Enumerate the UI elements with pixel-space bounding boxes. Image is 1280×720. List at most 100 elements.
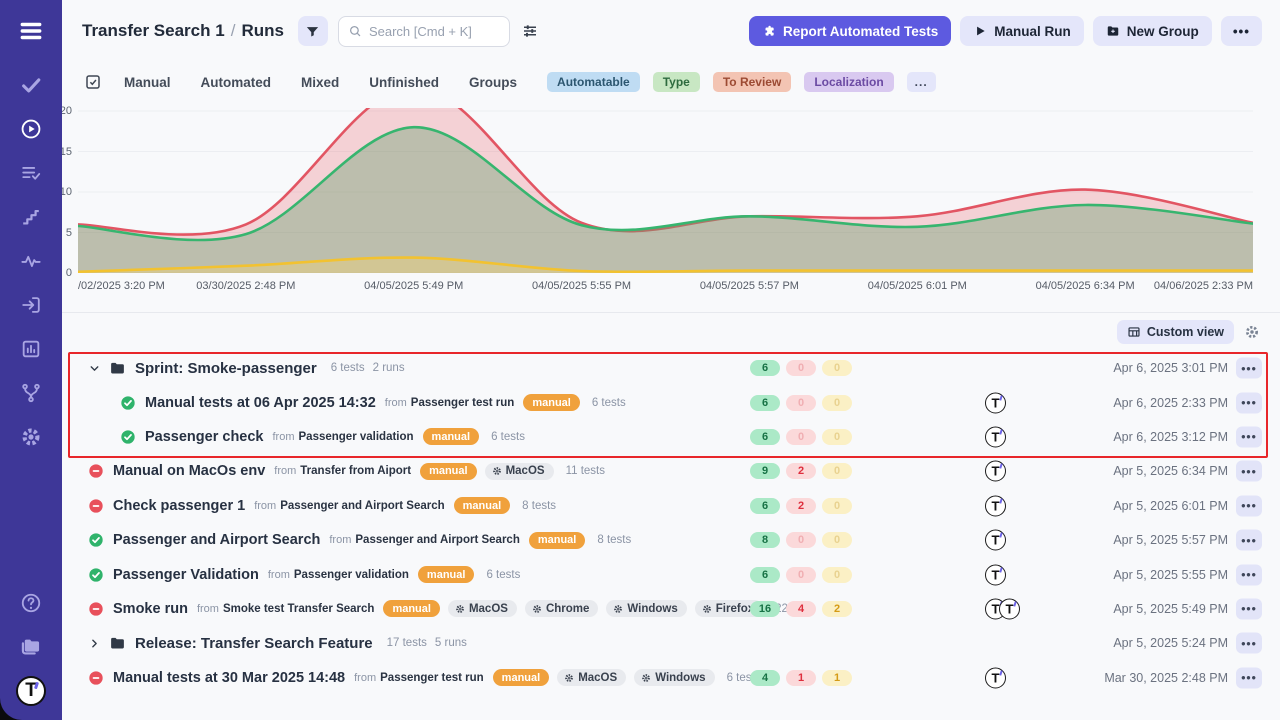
sidebar-item-pulse[interactable] [16, 246, 46, 276]
row-more-button[interactable]: ••• [1236, 633, 1262, 654]
passed-count: 8 [750, 532, 780, 548]
row-more-button[interactable]: ••• [1236, 530, 1262, 551]
run-tests-count: 6 tests [486, 569, 520, 581]
sidebar-item-runs[interactable] [16, 114, 46, 144]
chevron-right-icon[interactable] [88, 637, 101, 650]
skipped-count: 0 [822, 429, 852, 445]
sidebar-item-milestones[interactable] [16, 202, 46, 232]
sidebar-item-branches[interactable] [16, 378, 46, 408]
avatar-tick-icon [999, 567, 1002, 572]
row-more-button[interactable]: ••• [1236, 598, 1262, 619]
env-chip-windows: Windows [606, 600, 686, 617]
failed-count: 4 [786, 601, 816, 617]
manual-run-button[interactable]: Manual Run [960, 16, 1084, 46]
search-box [338, 16, 510, 47]
passed-count: 6 [750, 498, 780, 514]
tag-localization[interactable]: Localization [804, 72, 893, 92]
run-date: Apr 5, 2025 5:24 PM [1113, 636, 1228, 650]
sidebar-item-settings[interactable] [16, 422, 46, 452]
header-more-button[interactable]: ••• [1221, 16, 1262, 46]
row-more-button[interactable]: ••• [1236, 358, 1262, 379]
env-chip-label: Windows [627, 603, 677, 615]
tag-to-review[interactable]: To Review [713, 72, 791, 92]
group-row[interactable]: Release: Transfer Search Feature17 tests… [62, 626, 1280, 660]
search-input[interactable] [369, 24, 500, 39]
tag-automatable[interactable]: Automatable [547, 72, 640, 92]
result-counts: 600 [750, 360, 852, 376]
row-more-button[interactable]: ••• [1236, 564, 1262, 585]
run-date: Apr 5, 2025 6:01 PM [1113, 499, 1228, 513]
group-row[interactable]: Sprint: Smoke-passenger6 tests2 runs600A… [62, 351, 1280, 385]
custom-view-button[interactable]: Custom view [1117, 320, 1234, 344]
more-dots-icon: ••• [1241, 636, 1257, 650]
run-row[interactable]: Manual tests at 30 Mar 2025 14:48fromPas… [62, 661, 1280, 695]
x-tick-label: 04/05/2025 5:55 PM [532, 280, 631, 292]
sidebar-item-help[interactable] [16, 588, 46, 618]
skipped-count: 0 [822, 567, 852, 583]
status-failed-icon [88, 670, 104, 686]
sidebar-item-test-plans[interactable] [16, 158, 46, 188]
tab-manual[interactable]: Manual [124, 75, 171, 90]
filter-tags: Automatable Type To Review Localization [547, 72, 907, 92]
run-row[interactable]: Smoke runfromSmoke test Transfer Searchm… [62, 592, 1280, 626]
row-more-button[interactable]: ••• [1236, 426, 1262, 447]
manual-badge: manual [423, 428, 480, 445]
breadcrumb-project[interactable]: Transfer Search 1 [82, 21, 225, 40]
sidebar-item-import[interactable] [16, 290, 46, 320]
passed-count: 6 [750, 567, 780, 583]
passed-count: 6 [750, 429, 780, 445]
row-more-button[interactable]: ••• [1236, 495, 1262, 516]
run-row[interactable]: Check passenger 1fromPassenger and Airpo… [62, 489, 1280, 523]
manual-badge: manual [493, 669, 550, 686]
y-tick-label: 20 [62, 105, 72, 117]
chevron-down-icon[interactable] [88, 362, 101, 375]
run-source: Passenger validation [299, 431, 414, 443]
run-source: Smoke test Transfer Search [223, 603, 375, 615]
report-automated-tests-button[interactable]: Report Automated Tests [749, 16, 951, 46]
sidebar-item-projects[interactable] [16, 632, 46, 662]
result-counts: 800 [750, 532, 852, 548]
run-row[interactable]: Passenger and Airport SearchfromPassenge… [62, 523, 1280, 557]
x-tick-label: 04/06/2025 2:33 PM [1154, 280, 1253, 292]
run-row[interactable]: Passenger checkfromPassenger validationm… [62, 420, 1280, 454]
tab-mixed[interactable]: Mixed [301, 75, 339, 90]
group-meta: 6 tests [331, 362, 365, 374]
run-date: Apr 6, 2025 3:12 PM [1113, 430, 1228, 444]
select-all-button[interactable] [84, 73, 102, 91]
row-more-button[interactable]: ••• [1236, 392, 1262, 413]
more-tags-button[interactable]: ... [907, 72, 936, 92]
more-dots-icon: ••• [1233, 24, 1250, 39]
more-dots-icon: ••• [1241, 396, 1257, 410]
tag-type[interactable]: Type [653, 72, 700, 92]
app-logo[interactable]: T [16, 676, 46, 706]
skipped-count: 0 [822, 360, 852, 376]
sidebar-item-menu[interactable] [16, 16, 46, 46]
filter-button[interactable] [298, 16, 328, 46]
manual-badge: manual [523, 394, 580, 411]
row-more-button[interactable]: ••• [1236, 667, 1262, 688]
run-source: Passenger test run [380, 672, 484, 684]
folder-icon [109, 635, 126, 652]
tab-unfinished[interactable]: Unfinished [369, 75, 439, 90]
run-row[interactable]: Passenger ValidationfromPassenger valida… [62, 557, 1280, 591]
play-icon [973, 24, 987, 38]
branches-icon [20, 382, 42, 404]
run-avatars: T [985, 667, 1006, 688]
gear-icon [1244, 324, 1260, 340]
avatar-tick-icon [999, 670, 1002, 675]
row-more-button[interactable]: ••• [1236, 461, 1262, 482]
passed-count: 6 [750, 360, 780, 376]
list-settings-button[interactable] [1244, 324, 1260, 340]
run-date: Mar 30, 2025 2:48 PM [1104, 671, 1228, 685]
display-settings-button[interactable] [521, 22, 539, 40]
avatar-tick-icon [999, 532, 1002, 537]
run-row[interactable]: Manual on MacOs envfromTransfer from Aip… [62, 454, 1280, 488]
sidebar-item-tests[interactable] [16, 70, 46, 100]
tab-automated[interactable]: Automated [201, 75, 272, 90]
run-row[interactable]: Manual tests at 06 Apr 2025 14:32fromPas… [62, 385, 1280, 419]
new-group-button[interactable]: New Group [1093, 16, 1212, 46]
sidebar-item-analytics[interactable] [16, 334, 46, 364]
tab-groups[interactable]: Groups [469, 75, 517, 90]
env-chip-label: MacOS [578, 672, 617, 684]
avatar-letter: T [1006, 601, 1014, 616]
